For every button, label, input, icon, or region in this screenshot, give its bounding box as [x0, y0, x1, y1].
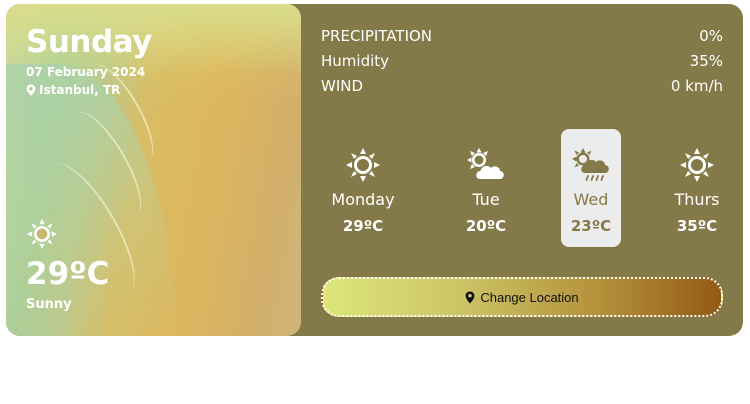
sun-icon	[680, 148, 714, 182]
forecast-day-label: Monday	[331, 190, 395, 209]
sun-icon	[26, 218, 58, 250]
partly-cloudy-icon	[467, 148, 504, 179]
forecast-day-monday[interactable]: Monday 29ºC	[331, 129, 395, 247]
location-label: Istanbul, TR	[39, 83, 121, 97]
forecast-day-thurs[interactable]: Thurs 35ºC	[667, 129, 727, 247]
weather-card: Sunday 07 February 2024 Istanbul, TR 29º…	[6, 4, 743, 336]
stat-label: Humidity	[321, 52, 390, 70]
stat-label: WIND	[321, 77, 364, 95]
change-location-label: Change Location	[480, 289, 579, 305]
forecast-temp: 29ºC	[342, 217, 384, 235]
current-day: Sunday	[26, 24, 152, 60]
weather-stats: PRECIPITATION 0% Humidity 35% WIND 0 km/…	[321, 26, 723, 101]
change-location-button[interactable]: Change Location	[321, 277, 723, 317]
forecast-day-label: Thurs	[674, 190, 720, 209]
stat-humidity: Humidity 35%	[321, 51, 723, 76]
current-location: Istanbul, TR	[26, 83, 120, 97]
stat-precipitation: PRECIPITATION 0%	[321, 26, 723, 51]
sun-cloud-rain-icon	[572, 148, 609, 181]
stat-value: 35%	[689, 52, 723, 70]
map-pin-icon	[26, 84, 36, 96]
stat-label: PRECIPITATION	[321, 27, 433, 45]
current-condition: Sunny	[26, 297, 72, 312]
forecast-day-label: Tue	[472, 190, 500, 209]
current-weather-panel: Sunday 07 February 2024 Istanbul, TR 29º…	[6, 4, 301, 336]
forecast-day-tue[interactable]: Tue 20ºC	[456, 129, 516, 247]
stat-wind: WIND 0 km/h	[321, 76, 723, 101]
forecast-temp: 23ºC	[570, 217, 612, 235]
sun-icon	[346, 148, 380, 182]
forecast-day-wed[interactable]: Wed 23ºC	[561, 129, 621, 247]
current-date: 07 February 2024	[26, 65, 146, 79]
forecast-day-label: Wed	[573, 190, 609, 209]
current-temperature: 29ºC	[26, 256, 110, 292]
forecast-temp: 35ºC	[676, 217, 718, 235]
stat-value: 0%	[699, 27, 723, 45]
forecast-list: Monday 29ºC Tue 20ºC Wed 23ºC Thurs 35ºC	[321, 129, 723, 249]
stat-value: 0 km/h	[670, 77, 723, 95]
map-pin-icon	[465, 291, 475, 303]
forecast-temp: 20ºC	[465, 217, 507, 235]
